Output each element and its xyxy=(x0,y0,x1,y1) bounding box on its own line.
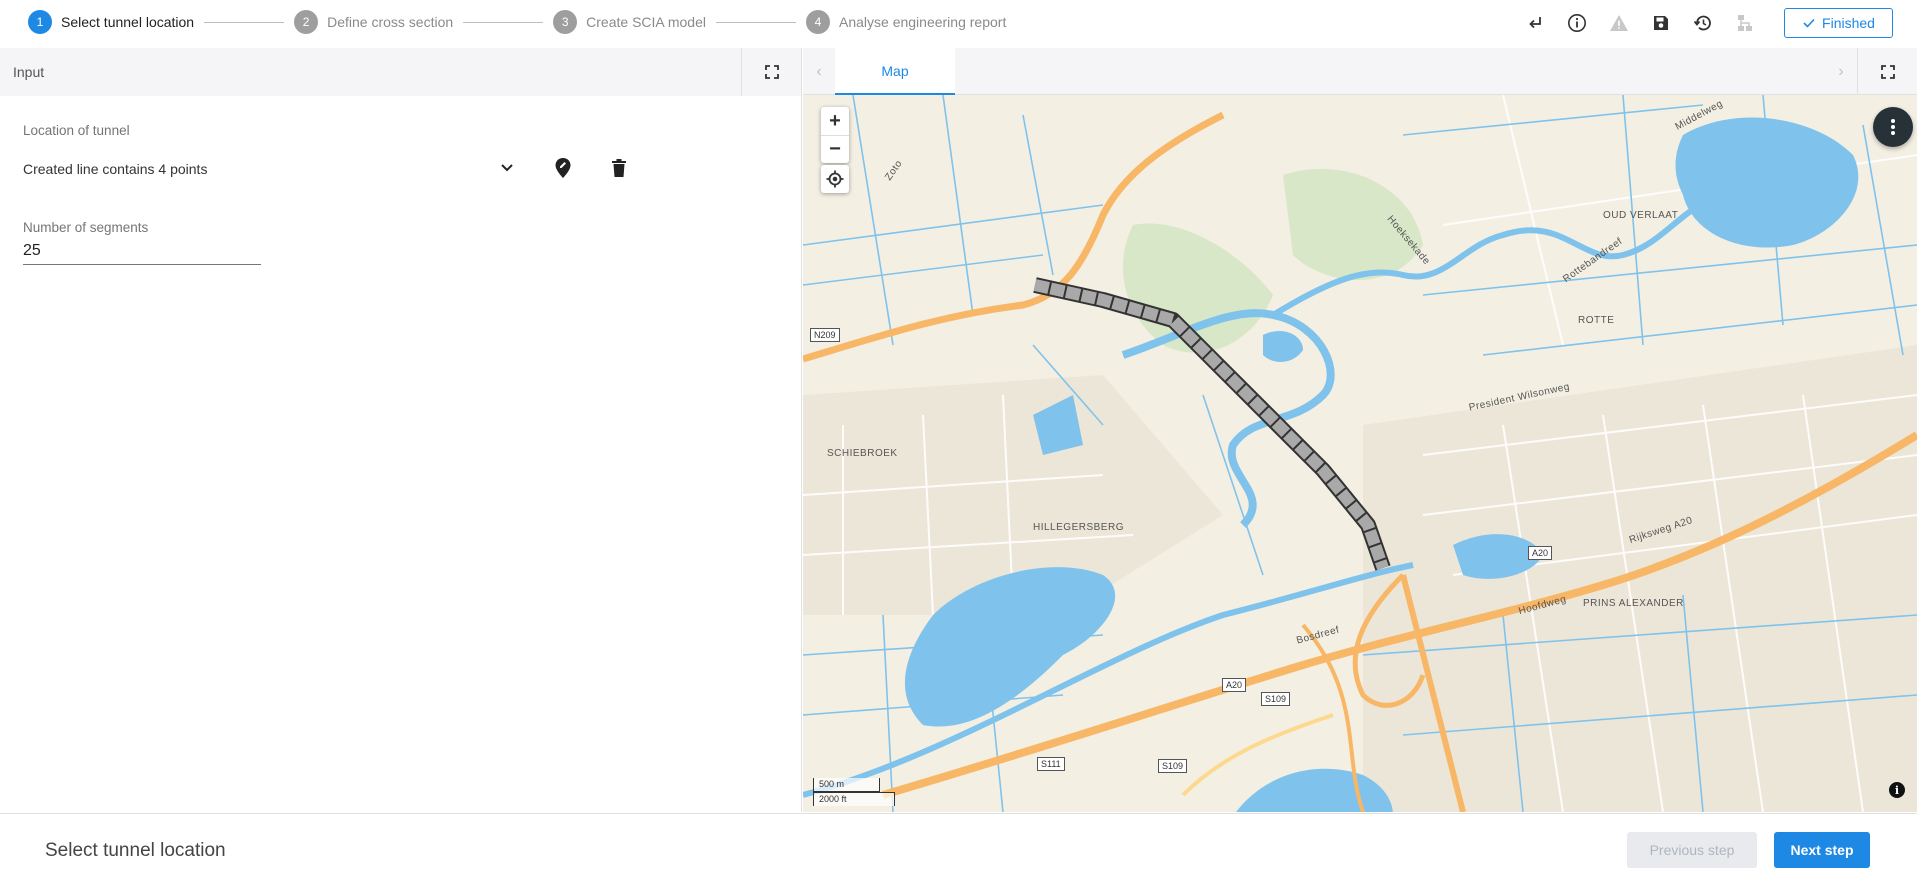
toolbar: Finished xyxy=(1514,8,1917,38)
location-value: Created line contains 4 points xyxy=(23,161,208,177)
tab-scroll-right-icon[interactable]: › xyxy=(1825,48,1857,95)
step-number: 2 xyxy=(294,10,319,34)
info-icon[interactable] xyxy=(1556,8,1598,38)
road-shield-s109: S109 xyxy=(1158,759,1188,773)
map-label-rotte: ROTTE xyxy=(1578,315,1615,326)
fullscreen-icon xyxy=(1880,64,1895,79)
step-number: 1 xyxy=(28,10,52,34)
map-label-prins-alexander: PRINS ALEXANDER xyxy=(1583,598,1684,609)
step-select-tunnel-location[interactable]: 1 Select tunnel location xyxy=(28,10,194,34)
scale-metric: 500 m xyxy=(813,778,880,792)
number-of-segments-label: Number of segments xyxy=(23,220,149,235)
map-marker-edit-icon xyxy=(555,158,571,178)
step-create-scia-model[interactable]: 3 Create SCIA model xyxy=(553,10,706,34)
input-panel-title: Input xyxy=(13,64,45,80)
check-icon xyxy=(1803,18,1815,28)
zoom-control: + − xyxy=(821,107,849,163)
finished-label: Finished xyxy=(1822,15,1875,31)
step-label: Select tunnel location xyxy=(61,14,195,30)
number-of-segments-input[interactable] xyxy=(23,237,261,265)
more-vertical-icon xyxy=(1891,119,1895,135)
top-bar: 1 Select tunnel location 2 Define cross … xyxy=(0,0,1917,46)
basemap xyxy=(803,95,1917,812)
sitemap-icon[interactable] xyxy=(1724,8,1766,38)
history-icon[interactable] xyxy=(1682,8,1724,38)
step-connector xyxy=(204,21,285,23)
attribution-info-icon[interactable]: i xyxy=(1889,782,1905,798)
footer: Select tunnel location Previous step Nex… xyxy=(0,813,1917,884)
step-connector xyxy=(716,21,796,23)
map-tab-bar: ‹ Map › xyxy=(803,48,1917,95)
expand-location-button[interactable] xyxy=(491,152,523,184)
step-label: Analyse engineering report xyxy=(839,14,1007,30)
step-connector xyxy=(463,21,544,23)
input-panel: Input Location of tunnel Created line co… xyxy=(0,48,802,812)
expand-map-panel-button[interactable] xyxy=(1857,48,1917,95)
map-scale: 500 m 2000 ft xyxy=(813,778,895,806)
draw-location-button[interactable] xyxy=(547,152,579,184)
delete-location-button[interactable] xyxy=(603,152,635,184)
road-shield-a20: A20 xyxy=(1222,678,1247,692)
scale-imperial: 2000 ft xyxy=(813,792,895,806)
tab-map[interactable]: Map xyxy=(835,48,955,95)
expand-input-panel-button[interactable] xyxy=(741,48,801,96)
chevron-down-icon xyxy=(501,164,513,172)
map-panel: ‹ Map › SCHIEBROEK HILLEGERSBERG ROTTE O… xyxy=(803,48,1917,812)
zoom-in-button[interactable]: + xyxy=(821,107,849,135)
road-shield-s111: S111 xyxy=(1037,757,1065,771)
step-label: Define cross section xyxy=(327,14,454,30)
map-menu-button[interactable] xyxy=(1873,107,1913,147)
stepper: 1 Select tunnel location 2 Define cross … xyxy=(28,10,1006,34)
step-define-cross-section[interactable]: 2 Define cross section xyxy=(294,10,453,34)
map-label-hillegersberg: HILLEGERSBERG xyxy=(1033,522,1124,533)
step-number: 4 xyxy=(806,10,830,34)
step-number: 3 xyxy=(553,10,578,34)
return-icon[interactable] xyxy=(1514,8,1556,38)
step-label: Create SCIA model xyxy=(586,14,706,30)
road-shield-n209: N209 xyxy=(810,328,840,342)
map-label-oud-verlaat: OUD VERLAAT xyxy=(1603,210,1679,221)
warning-icon[interactable] xyxy=(1598,8,1640,38)
next-step-button[interactable]: Next step xyxy=(1774,832,1870,868)
trash-icon xyxy=(612,159,626,177)
location-of-tunnel-label: Location of tunnel xyxy=(23,123,130,138)
crosshair-icon xyxy=(826,170,844,188)
finished-button[interactable]: Finished xyxy=(1784,8,1893,38)
map-view[interactable]: SCHIEBROEK HILLEGERSBERG ROTTE OUD VERLA… xyxy=(803,95,1917,812)
tab-scroll-left-icon[interactable]: ‹ xyxy=(803,48,835,95)
previous-step-button[interactable]: Previous step xyxy=(1627,832,1757,868)
fullscreen-icon xyxy=(764,65,779,79)
locate-button[interactable] xyxy=(821,165,849,193)
zoom-out-button[interactable]: − xyxy=(821,135,849,163)
footer-step-title: Select tunnel location xyxy=(45,840,226,861)
map-label-schiebroek: SCHIEBROEK xyxy=(827,448,898,459)
step-analyse-engineering-report[interactable]: 4 Analyse engineering report xyxy=(806,10,1006,34)
input-panel-header: Input xyxy=(0,48,801,96)
road-shield-s109: S109 xyxy=(1261,692,1291,706)
road-shield-a20: A20 xyxy=(1528,546,1553,560)
save-icon[interactable] xyxy=(1640,8,1682,38)
